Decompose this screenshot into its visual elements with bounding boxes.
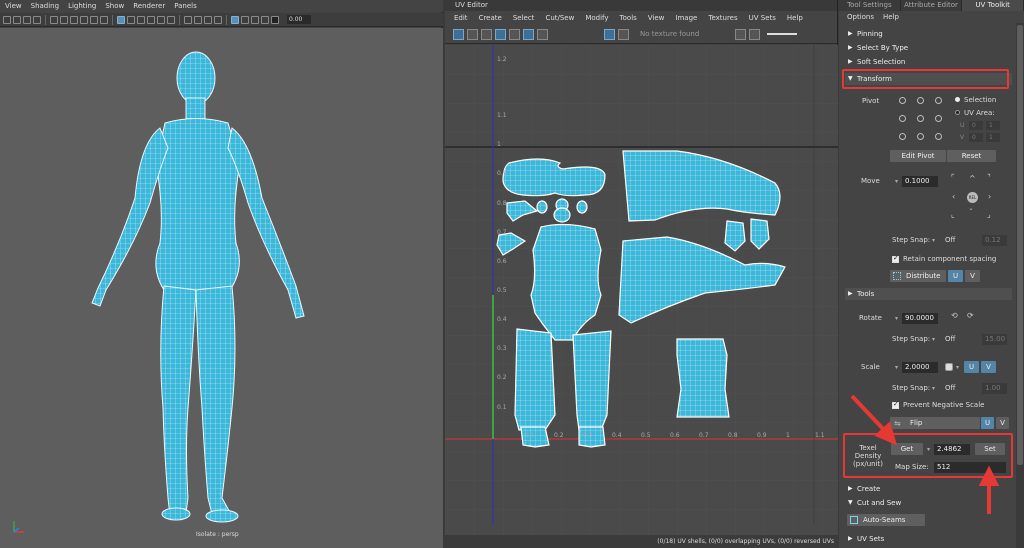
annotation-arrows [850, 394, 1000, 514]
arrow-head [978, 465, 1000, 486]
arrow-to-get [850, 394, 888, 434]
